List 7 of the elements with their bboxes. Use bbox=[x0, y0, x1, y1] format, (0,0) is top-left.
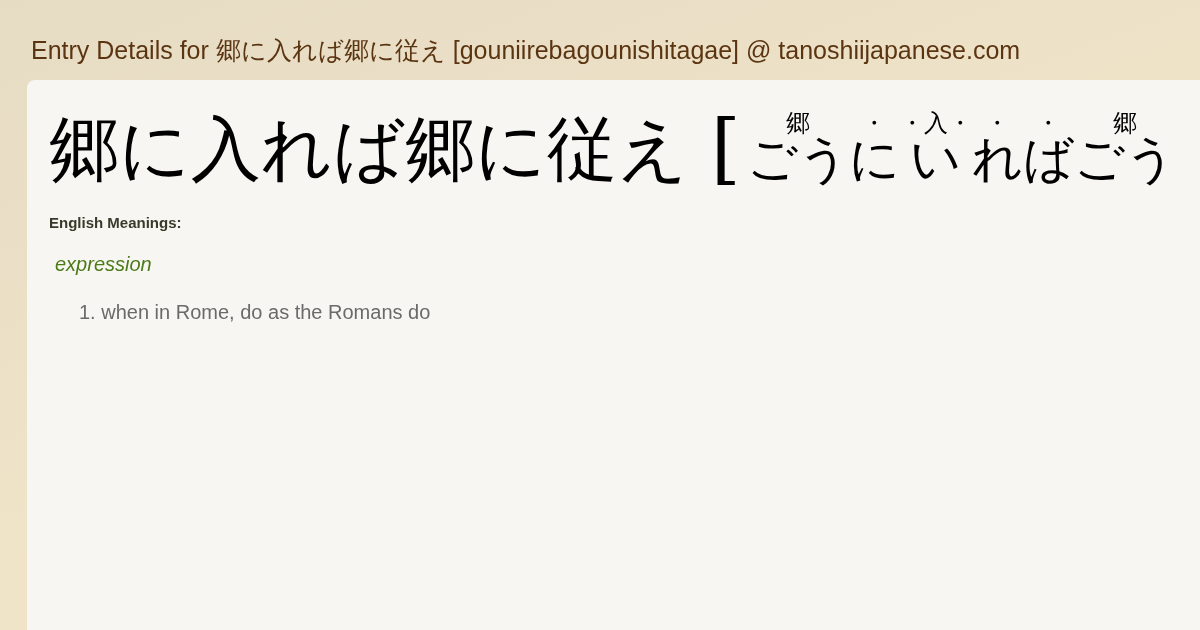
page-title: Entry Details for 郷に入れば郷に従え [gouniirebagounishitagae] @ tanoshiijapanese.com bbox=[30, 35, 1022, 66]
bracket: [ bbox=[711, 104, 741, 194]
headword: 郷に入れば郷に従え bbox=[49, 107, 689, 192]
reading: ごう 郷 に ・ い ・入・ れ ・ ば ・ ごう 郷 bbox=[746, 111, 1176, 190]
part-of-speech: expression bbox=[55, 251, 153, 277]
meanings-heading: English Meanings: bbox=[49, 213, 183, 233]
meaning-item: 1. when in Rome, do as the Romans do bbox=[79, 299, 432, 325]
